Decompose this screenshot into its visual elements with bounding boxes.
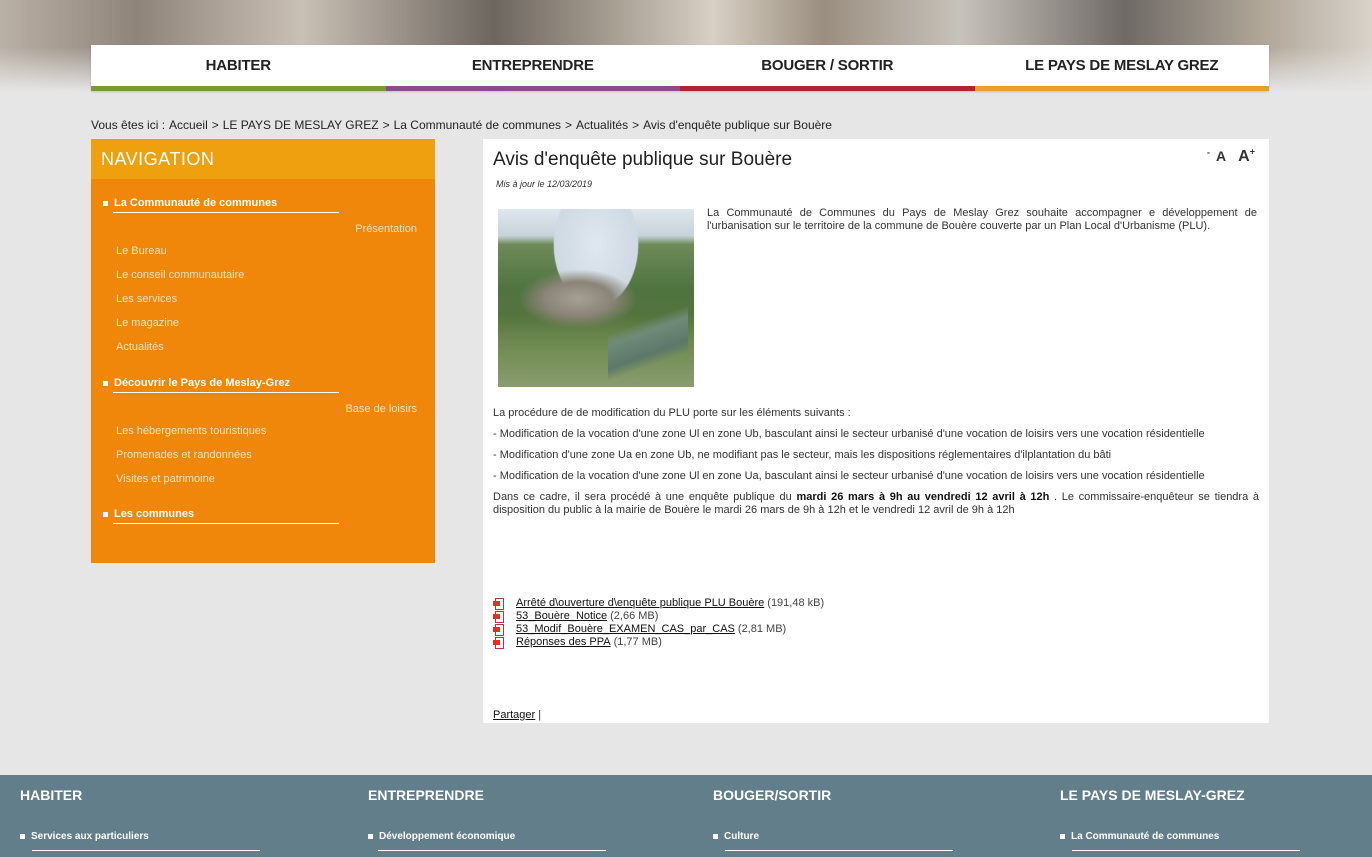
footer-title-habiter[interactable]: HABITER (20, 787, 82, 803)
article-body: La procédure de de modification du PLU p… (493, 407, 1259, 525)
paragraph: La procédure de de modification du PLU p… (493, 407, 851, 419)
footer-link-label: La Communauté de communes (1071, 831, 1220, 842)
bullet-icon (103, 200, 108, 206)
attachment-link[interactable]: Arrêté d\ouverture d\enquête publique PL… (516, 597, 764, 610)
footer-link-label: Développement économique (379, 831, 516, 842)
sidebar-item-bureau[interactable]: Le Bureau (116, 245, 167, 257)
sidebar-section-label: Les communes (114, 508, 195, 520)
bullet-icon (20, 833, 25, 839)
sidebar-section-decouvrir[interactable]: Découvrir le Pays de Meslay-Grez (103, 377, 339, 393)
font-decrease-label: A (1216, 148, 1227, 165)
footer-title-entreprendre[interactable]: ENTREPRENDRE (368, 787, 484, 803)
divider (1072, 850, 1300, 851)
sidebar-section-communaute[interactable]: La Communauté de communes (103, 197, 339, 213)
enquete-dates: mardi 26 mars à 9h au vendredi 12 avril … (796, 491, 1050, 503)
pdf-icon (493, 610, 507, 623)
breadcrumb-link[interactable]: Accueil (169, 118, 208, 132)
share-bar: Partager | (493, 709, 541, 721)
paragraph: - Modification de la vocation d'une zone… (493, 428, 1205, 440)
nav-entreprendre[interactable]: ENTREPRENDRE (385, 45, 680, 91)
sidebar-item-hebergements[interactable]: Les hébergements touristiques (116, 425, 266, 437)
font-increase-button[interactable]: A+ (1232, 147, 1255, 166)
text: Dans ce cadre, il sera procédé à une enq… (493, 491, 797, 503)
breadcrumb-link[interactable]: Actualités (576, 118, 628, 132)
paragraph: - Modification de la vocation d'une zone… (493, 470, 1205, 482)
sidebar-item-visites[interactable]: Visites et patrimoine (116, 473, 215, 485)
sidebar-item-presentation[interactable]: Présentation (355, 223, 417, 235)
share-separator: | (538, 709, 542, 721)
breadcrumb-link[interactable]: La Communauté de communes (394, 118, 561, 132)
breadcrumb-current: Avis d'enquête publique sur Bouère (643, 118, 832, 132)
nav-habiter[interactable]: HABITER (91, 45, 386, 91)
breadcrumb-separator: > (632, 118, 640, 132)
sidebar-item-actualites[interactable]: Actualités (116, 341, 164, 353)
nav-pays-meslay-grez[interactable]: LE PAYS DE MESLAY GREZ (974, 45, 1269, 91)
page-title: Avis d'enquête publique sur Bouère (493, 149, 793, 170)
divider (725, 850, 953, 851)
breadcrumb-link[interactable]: LE PAYS DE MESLAY GREZ (223, 118, 379, 132)
sidebar-section-label: La Communauté de communes (114, 197, 278, 209)
sidebar-section-communes[interactable]: Les communes (103, 508, 339, 524)
footer-link-communaute-communes[interactable]: La Communauté de communes (1060, 831, 1219, 842)
footer-title-pays-meslay-grez[interactable]: LE PAYS DE MESLAY-GREZ (1060, 787, 1245, 803)
sidebar-title: NAVIGATION (91, 139, 435, 179)
article-intro: La Communauté de Communes du Pays de Mes… (707, 207, 1257, 232)
attachment-item: 53_Modif_Bouère_EXAMEN_CAS_par_CAS (2,81 … (493, 623, 824, 636)
sidebar-item-promenades[interactable]: Promenades et randonnées (116, 449, 252, 461)
footer-link-label: Services aux particuliers (31, 831, 149, 842)
attachment-link[interactable]: 53_Bouère_Notice (516, 610, 607, 623)
font-size-controls: - A A+ (1201, 147, 1255, 166)
bullet-icon (1060, 833, 1065, 839)
footer-link-developpement-economique[interactable]: Développement économique (368, 831, 515, 842)
breadcrumb-separator: > (565, 118, 573, 132)
bullet-icon (103, 511, 108, 517)
pdf-icon (493, 636, 507, 649)
footer-link-services-particuliers[interactable]: Services aux particuliers (20, 831, 149, 842)
main-navigation: HABITER ENTREPRENDRE BOUGER / SORTIR LE … (91, 45, 1269, 91)
paragraph: - Modification d'une zone Ua en zone Ub,… (493, 449, 1112, 461)
file-size: (191,48 kB) (767, 597, 825, 609)
breadcrumb-separator: > (382, 118, 390, 132)
divider (113, 212, 339, 213)
attachments-list: Arrêté d\ouverture d\enquête publique PL… (493, 597, 824, 649)
paragraph: Dans ce cadre, il sera procédé à une enq… (493, 491, 1259, 517)
divider (378, 850, 606, 851)
divider (32, 850, 260, 851)
divider (113, 523, 339, 524)
sidebar-item-magazine[interactable]: Le magazine (116, 317, 179, 329)
attachment-item: Arrêté d\ouverture d\enquête publique PL… (493, 597, 824, 610)
footer-link-label: Culture (724, 831, 759, 842)
footer: HABITER Services aux particuliers ENTREP… (0, 775, 1372, 857)
breadcrumb: Vous êtes ici : Accueil > LE PAYS DE MESLAY… (91, 118, 836, 132)
breadcrumb-prefix: Vous êtes ici : (91, 118, 166, 132)
sidebar-item-conseil[interactable]: Le conseil communautaire (116, 269, 244, 281)
file-size: (1,77 MB) (613, 636, 662, 648)
sidebar-item-services[interactable]: Les services (116, 293, 177, 305)
bullet-icon (368, 833, 373, 839)
attachment-link[interactable]: Réponses des PPA (516, 636, 611, 649)
file-size: (2,66 MB) (610, 610, 659, 622)
nav-bouger-sortir[interactable]: BOUGER / SORTIR (680, 45, 975, 91)
article-content: Avis d'enquête publique sur Bouère Mis à… (483, 139, 1269, 723)
updated-date: Mis à jour le 12/03/2019 (496, 179, 593, 189)
footer-link-culture[interactable]: Culture (713, 831, 759, 842)
breadcrumb-separator: > (211, 118, 219, 132)
footer-title-bouger-sortir[interactable]: BOUGER/SORTIR (713, 787, 831, 803)
share-link[interactable]: Partager (493, 709, 535, 721)
attachment-link[interactable]: 53_Modif_Bouère_EXAMEN_CAS_par_CAS (516, 623, 735, 636)
aerial-photo-bouere (498, 209, 694, 387)
pdf-icon (493, 623, 507, 636)
sidebar-section-label: Découvrir le Pays de Meslay-Grez (114, 377, 291, 389)
divider (113, 392, 339, 393)
sidebar-item-base-loisirs[interactable]: Base de loisirs (345, 403, 417, 415)
bullet-icon (713, 833, 718, 839)
bullet-icon (103, 380, 108, 386)
attachment-item: 53_Bouère_Notice (2,66 MB) (493, 610, 824, 623)
file-size: (2,81 MB) (737, 623, 787, 635)
sidebar-navigation: NAVIGATION La Communauté de communes Pré… (91, 139, 435, 563)
font-decrease-button[interactable]: -A (1207, 148, 1227, 165)
pdf-icon (493, 597, 507, 610)
font-increase-label: A (1238, 148, 1250, 166)
attachment-item: Réponses des PPA (1,77 MB) (493, 636, 824, 649)
